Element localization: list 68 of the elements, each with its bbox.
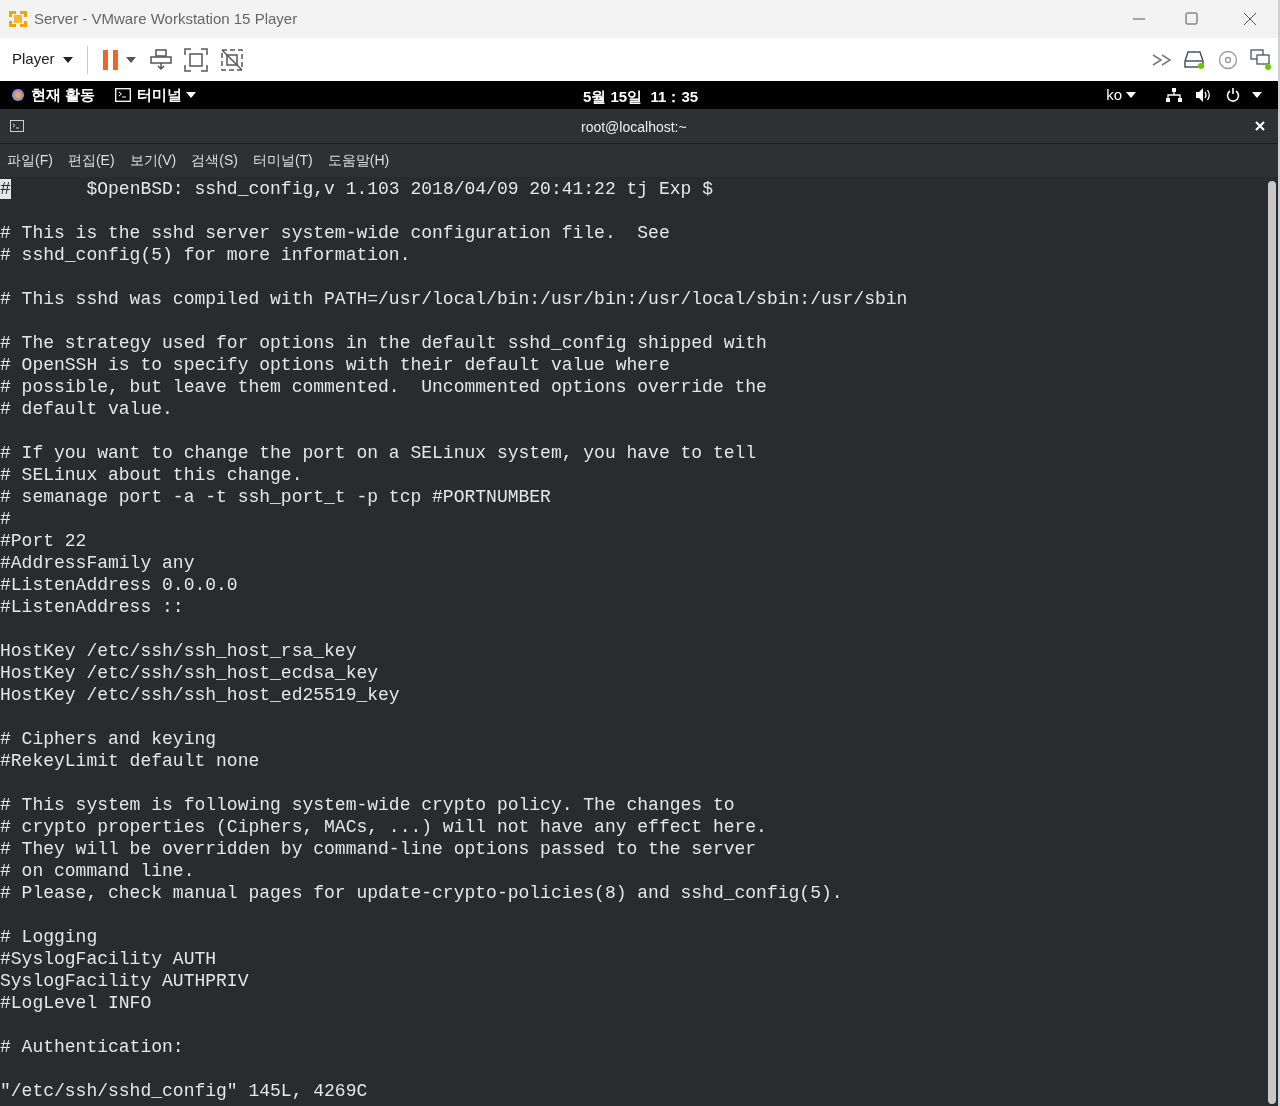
app-menu-button[interactable]: 터미널 [115,83,197,107]
cd-icon[interactable] [1218,49,1238,70]
network-adapter-icon[interactable] [1250,48,1272,71]
menu-item[interactable]: 도움말(H) [327,150,390,171]
config-line: # This is the sshd server system-wide configuration file. See [0,223,670,243]
config-line: # [0,509,11,529]
config-line: SyslogFacility AUTHPRIV [0,971,249,991]
unity-icon[interactable] [219,47,244,72]
config-line: #ListenAddress 0.0.0.0 [0,575,238,595]
config-line: #Port 22 [0,531,87,551]
fullscreen-icon[interactable] [183,47,208,72]
caret-icon[interactable] [1252,92,1262,98]
config-line: # The strategy used for options in the default sshd_config shipped with [0,333,767,353]
window-title: Server - VMware Workstation 15 Player [34,8,298,29]
menu-item[interactable]: 편집(E) [67,150,115,171]
config-line: # semanage port -a -t ssh_port_t -p tcp #PORTNUMBER [0,487,551,507]
activities-icon[interactable] [11,88,25,102]
text-cursor: # [0,179,11,199]
config-line: #RekeyLimit default none [0,751,260,771]
config-line: # Logging [0,927,98,947]
caret-icon [186,92,197,98]
caret-icon [62,56,73,63]
config-line: # SELinux about this change. [0,465,303,485]
config-line: # This system is following system-wide crypto policy. The changes to [0,795,735,815]
config-line: # Ciphers and keying [0,729,217,749]
config-line: # If you want to change the port on a SELinux system, you have to tell [0,443,757,463]
config-line: # on command line. [0,861,195,881]
hard-disk-icon[interactable] [1184,49,1206,70]
terminal-icon [10,120,24,132]
config-line: # Please, check manual pages for update-crypto-policies(8) and sshd_config(5). [0,883,843,903]
power-icon[interactable] [1226,88,1240,102]
app-logo-icon [8,9,28,29]
config-line: $OpenBSD: sshd_config,v 1.103 2018/04/09 20:41:22 tj Exp $ [85,179,713,199]
config-line: HostKey /etc/ssh/ssh_host_ed25519_key [0,685,400,705]
double-chevron-icon[interactable] [1152,53,1172,66]
config-line: # They will be overridden by command-line options passed to the server [0,839,757,859]
player-menu-button[interactable]: Player [12,48,73,71]
caret-icon [1126,92,1136,98]
config-line: # This sshd was compiled with PATH=/usr/local/bin:/usr/bin:/usr/local/sbin:/usr/sbin [0,289,908,309]
menu-item[interactable]: 터미널(T) [252,150,313,171]
send-keys-icon[interactable] [149,48,172,71]
config-line: # sshd_config(5) for more information. [0,245,411,265]
scrollbar[interactable] [1268,181,1276,1104]
volume-icon[interactable] [1196,88,1212,102]
config-line: # Authentication: [0,1037,184,1057]
config-line: # crypto properties (Ciphers, MACs, ...) will not have any effect here. [0,817,767,837]
activities-button[interactable]: 현재 활동 [31,83,96,107]
network-icon[interactable] [1166,88,1182,102]
input-method-button[interactable]: ko [1106,83,1136,107]
config-line: #LogLevel INFO [0,993,152,1013]
config-line: #ListenAddress :: [0,597,184,617]
terminal-icon [115,88,132,102]
config-line: HostKey /etc/ssh/ssh_host_ecdsa_key [0,663,379,683]
menu-item[interactable]: 검색(S) [191,150,238,171]
config-line: #AddressFamily any [0,553,195,573]
menu-item[interactable]: 보기(V) [129,150,177,171]
config-line: # possible, but leave them commented. Uncommented options override the [0,377,767,397]
menu-item[interactable]: 파일(F) [7,150,53,171]
caret-icon[interactable] [125,56,136,63]
config-line: #SyslogFacility AUTH [0,949,217,969]
terminal-title: root@localhost:~ [581,118,687,137]
config-line: # OpenSSH is to specify options with their default value where [0,355,670,375]
pause-icon[interactable] [101,48,120,71]
status-line: "/etc/ssh/sshd_config" 145L, 4269C [0,1081,368,1101]
clock[interactable]: 5월 15일 11：35 [583,86,699,109]
config-line: # default value. [0,399,173,419]
close-icon[interactable] [1255,121,1265,131]
config-line: HostKey /etc/ssh/ssh_host_rsa_key [0,641,357,661]
